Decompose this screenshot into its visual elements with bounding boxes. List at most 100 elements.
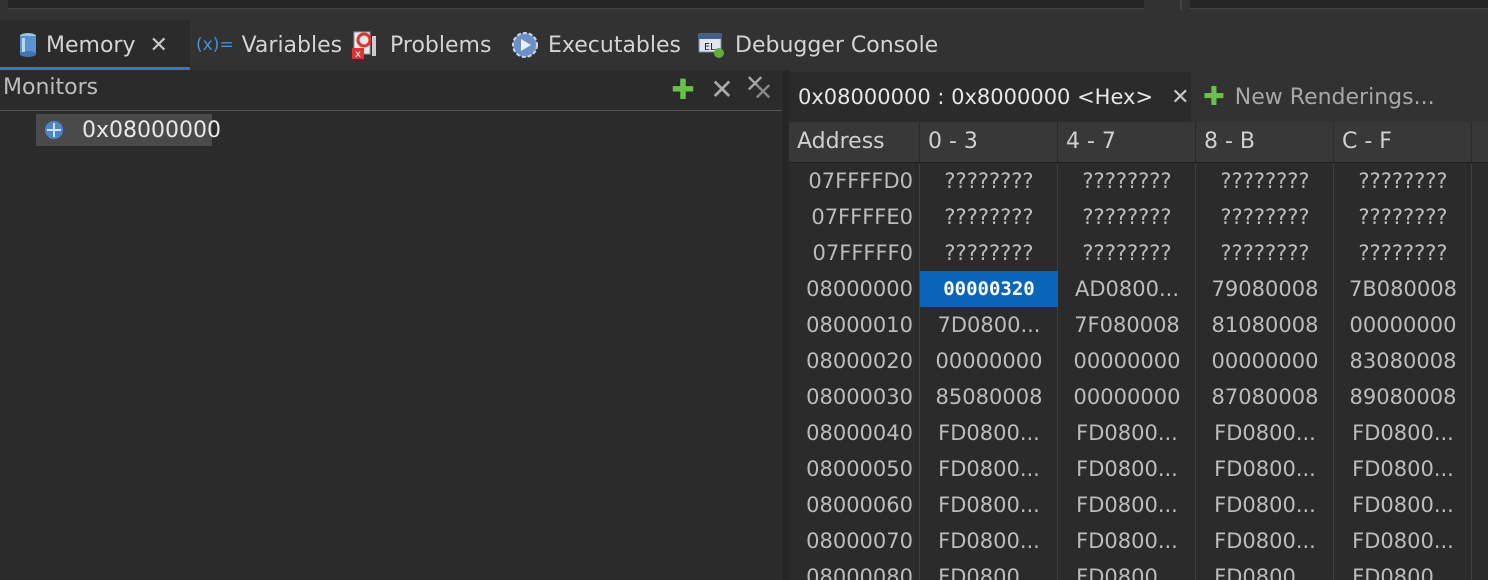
memory-cell[interactable]: FD0800... (1058, 487, 1196, 523)
memory-cell[interactable]: FD0800... (1196, 487, 1334, 523)
table-row[interactable]: 08000030 85080008 00000000 87080008 89080008 (789, 379, 1488, 415)
memory-cell[interactable]: FD0800... (920, 451, 1058, 487)
table-row[interactable]: 08000000 00000320 AD0800... 79080008 7B08000… (789, 271, 1488, 307)
tab-executables[interactable]: Executables (510, 20, 681, 70)
table-row[interactable]: 08000070 FD0800... FD0800... FD0800... FD080… (789, 523, 1488, 559)
memory-cell[interactable]: FD0800... (920, 487, 1058, 523)
column-header[interactable]: 8 - B (1196, 122, 1334, 162)
memory-cell[interactable]: FD0800... (1334, 487, 1472, 523)
memory-cell[interactable]: FD0800... (920, 559, 1058, 580)
memory-cell[interactable]: FD0800... (1196, 415, 1334, 451)
remove-all-monitors-icon[interactable]: ✕ ✕ (745, 70, 777, 106)
column-header[interactable]: C - F (1334, 122, 1472, 162)
memory-cell[interactable]: FD0800... (1196, 523, 1334, 559)
tab-label: Memory (46, 32, 136, 58)
remove-all-glyph-shadow: ✕ (753, 78, 774, 106)
memory-cell[interactable]: 00000000 (1058, 379, 1196, 415)
memory-cell[interactable]: ???????? (1196, 163, 1334, 199)
tab-memory[interactable]: Memory ✕ (0, 20, 190, 70)
memory-cell[interactable]: 00000000 (920, 343, 1058, 379)
address-cell: 08000010 (806, 313, 913, 337)
memory-cell[interactable]: ???????? (1334, 163, 1472, 199)
close-icon[interactable]: ✕ (149, 33, 167, 58)
memory-cell[interactable]: FD0800... (1334, 415, 1472, 451)
memory-cell[interactable]: FD0800... (920, 523, 1058, 559)
upper-divider (1180, 0, 1182, 10)
monitor-icon (44, 120, 64, 140)
renderings-panel: 0x08000000 : 0x8000000 <Hex> ✕ ✚ New Ren… (789, 70, 1488, 580)
memory-cell-selected[interactable]: 00000320 (920, 271, 1058, 307)
memory-cell[interactable]: 00000000 (1334, 307, 1472, 343)
memory-cell[interactable]: ???????? (920, 163, 1058, 199)
memory-cell[interactable]: FD0800... (920, 415, 1058, 451)
memory-cell[interactable]: FD0800... (1058, 523, 1196, 559)
memory-cell[interactable]: ???????? (1058, 235, 1196, 271)
memory-cell[interactable]: ???????? (920, 235, 1058, 271)
memory-cell[interactable]: 81080008 (1196, 307, 1334, 343)
column-header[interactable]: 4 - 7 (1058, 122, 1196, 162)
table-row[interactable]: 08000050 FD0800... FD0800... FD0800... FD080… (789, 451, 1488, 487)
table-row[interactable]: 07FFFFF0???????????????????????????????? (789, 235, 1488, 271)
problems-icon: x (350, 30, 382, 60)
memory-cell[interactable]: 89080008 (1334, 379, 1472, 415)
memory-table[interactable]: Address 0 - 3 4 - 7 8 - B C - F 07FFFFD0… (789, 122, 1488, 580)
address-cell: 08000080 (806, 565, 913, 580)
memory-cell[interactable]: AD0800... (1058, 271, 1196, 307)
memory-cell[interactable]: FD0800... (1334, 559, 1472, 580)
memory-cell[interactable]: 83080008 (1334, 343, 1472, 379)
monitor-item[interactable]: 0x08000000 (36, 114, 221, 146)
memory-cell[interactable]: ???????? (1058, 163, 1196, 199)
new-renderings-label: New Renderings... (1234, 84, 1435, 110)
memory-cell[interactable]: ???????? (1058, 199, 1196, 235)
monitors-header: Monitors ✚ ✕ ✕ ✕ (0, 70, 782, 111)
table-row[interactable]: 07FFFFE0???????????????????????????????? (789, 199, 1488, 235)
memory-cell[interactable]: 00000000 (1058, 343, 1196, 379)
memory-cell[interactable]: 79080008 (1196, 271, 1334, 307)
table-row[interactable]: 08000060 FD0800... FD0800... FD0800... FD080… (789, 487, 1488, 523)
tab-problems[interactable]: x Problems (350, 20, 491, 70)
table-row[interactable]: 08000040 FD0800... FD0800... FD0800... FD080… (789, 415, 1488, 451)
memory-cell[interactable]: FD0800... (1196, 559, 1334, 580)
svg-text:x: x (355, 49, 361, 60)
tab-label: Problems (390, 32, 492, 58)
memory-cell[interactable]: ???????? (1334, 199, 1472, 235)
memory-cell[interactable]: ???????? (1196, 199, 1334, 235)
memory-cell[interactable]: FD0800... (1334, 523, 1472, 559)
memory-cell[interactable]: 87080008 (1196, 379, 1334, 415)
memory-cell[interactable]: 7F080008 (1058, 307, 1196, 343)
table-row[interactable]: 08000010 7D0800... 7F080008 81080008 0000000… (789, 307, 1488, 343)
monitor-address: 0x08000000 (82, 117, 221, 143)
address-cell: 08000000 (806, 277, 913, 301)
remove-monitor-icon[interactable]: ✕ (707, 73, 737, 106)
memory-cell[interactable]: FD0800... (1334, 451, 1472, 487)
memory-cell[interactable]: FD0800... (1058, 415, 1196, 451)
tab-variables[interactable]: (x)= Variables (196, 20, 342, 70)
memory-icon (18, 32, 38, 58)
memory-cell[interactable]: 7D0800... (920, 307, 1058, 343)
tab-label: Debugger Console (735, 32, 939, 58)
close-icon[interactable]: ✕ (1171, 85, 1189, 110)
memory-cell[interactable]: ???????? (1334, 235, 1472, 271)
address-cell: 08000050 (806, 457, 913, 481)
memory-cell[interactable]: FD0800... (1058, 451, 1196, 487)
monitors-panel: Monitors ✚ ✕ ✕ ✕ 0x08000000 (0, 70, 784, 580)
add-monitor-icon[interactable]: ✚ (668, 73, 698, 106)
tab-debugger-console[interactable]: EL Debugger Console (697, 20, 938, 70)
address-cell: 07FFFFD0 (808, 169, 913, 193)
memory-cell[interactable]: ???????? (920, 199, 1058, 235)
table-row[interactable]: 07FFFFD0???????????????????????????????? (789, 163, 1488, 199)
address-cell: 08000060 (806, 493, 913, 517)
column-header[interactable]: 0 - 3 (920, 122, 1058, 162)
column-header-address[interactable]: Address (789, 122, 920, 162)
memory-cell[interactable]: FD0800... (1196, 451, 1334, 487)
tab-hex-rendering[interactable]: 0x08000000 : 0x8000000 <Hex> ✕ (789, 72, 1191, 122)
variables-icon: (x)= (196, 35, 234, 55)
memory-cell[interactable]: 7B080008 (1334, 271, 1472, 307)
new-renderings-button[interactable]: ✚ New Renderings... (1203, 72, 1435, 122)
memory-cell[interactable]: 00000000 (1196, 343, 1334, 379)
memory-cell[interactable]: ???????? (1196, 235, 1334, 271)
memory-cell[interactable]: 85080008 (920, 379, 1058, 415)
table-row[interactable]: 08000020 00000000 00000000 00000000 83080008 (789, 343, 1488, 379)
memory-cell[interactable]: FD0800... (1058, 559, 1196, 580)
table-row[interactable]: 08000080 FD0800... FD0800... FD0800... FD080… (789, 559, 1488, 580)
